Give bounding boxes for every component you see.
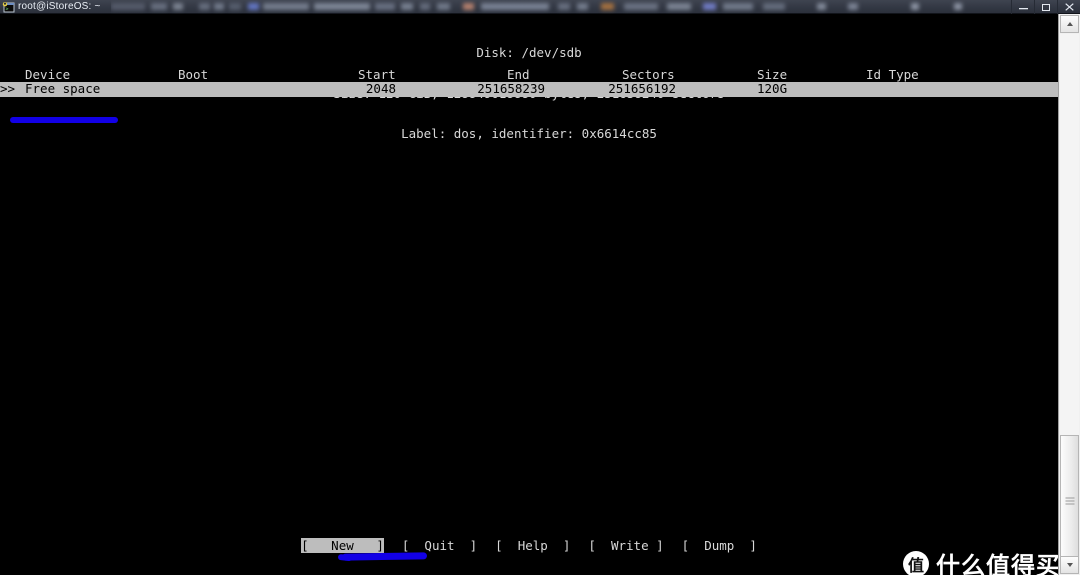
cell-device: Free space <box>25 81 101 96</box>
menu-item-write[interactable]: [ Write ] <box>588 538 663 553</box>
screenshot-root: > root@iStoreOS: ~ Disk: /dev/sdb Label:… <box>0 0 1080 575</box>
svg-text:>: > <box>6 6 9 12</box>
cell-end: 251658239 <box>477 81 545 96</box>
window-controls <box>1011 0 1080 14</box>
obscured-taskbar-strip <box>110 0 1011 14</box>
close-button[interactable] <box>1057 0 1080 14</box>
table-row[interactable]: >> Free space 2048 251658239 251656192 1… <box>0 82 1058 97</box>
disk-info-line-3: Label: dos, identifier: 0x6614cc85 <box>401 126 657 141</box>
watermark-text: 什么值得买 <box>936 552 1058 575</box>
disk-info-line-1: Disk: /dev/sdb <box>476 45 582 60</box>
column-header-sectors: Sectors <box>622 67 675 82</box>
putty-terminal-icon: > <box>2 1 15 13</box>
column-header-start: Start <box>358 67 396 82</box>
column-header-boot: Boot <box>178 67 209 82</box>
column-header-device: Device <box>25 67 71 82</box>
column-header-size: Size <box>757 67 788 82</box>
cell-size: 120G <box>757 81 788 96</box>
column-header-id-type: Id Type <box>866 67 919 82</box>
window-titlebar: > root@iStoreOS: ~ <box>0 0 1080 14</box>
restore-button[interactable] <box>1034 0 1057 14</box>
menu-item-quit[interactable]: [ Quit ] <box>402 538 477 553</box>
row-selection-marker: >> <box>0 81 16 96</box>
scroll-up-arrow-icon[interactable] <box>1060 15 1079 33</box>
column-header-end: End <box>507 67 530 82</box>
menu-item-help[interactable]: [ Help ] <box>495 538 570 553</box>
vertical-scrollbar[interactable] <box>1058 14 1080 575</box>
scrollbar-grip-icon <box>1065 497 1074 504</box>
scroll-down-arrow-icon[interactable] <box>1060 556 1079 574</box>
window-title: root@iStoreOS: ~ <box>18 1 101 12</box>
action-menu: [ New ] [ Quit ] [ Help ] [ Write ] [ Du… <box>0 538 1058 553</box>
terminal-screen[interactable]: Disk: /dev/sdb Size: 120 GiB, 1288490188… <box>0 14 1058 575</box>
menu-item-dump[interactable]: [ Dump ] <box>682 538 757 553</box>
free-space-row-underline <box>10 117 118 123</box>
table-header-row: Device Boot Start End Sectors Size Id Ty… <box>0 68 1058 82</box>
menu-item-new[interactable]: [ New ] <box>301 538 384 553</box>
new-button-underline <box>341 552 428 561</box>
cell-sectors: 251656192 <box>608 81 676 96</box>
minimize-button[interactable] <box>1011 0 1034 14</box>
cell-start: 2048 <box>365 81 396 96</box>
watermark-badge-icon: 值 <box>903 550 929 575</box>
watermark: 值 什么值得买 <box>903 546 1058 575</box>
partition-table: Device Boot Start End Sectors Size Id Ty… <box>0 68 1058 97</box>
scrollbar-thumb[interactable] <box>1060 435 1079 566</box>
